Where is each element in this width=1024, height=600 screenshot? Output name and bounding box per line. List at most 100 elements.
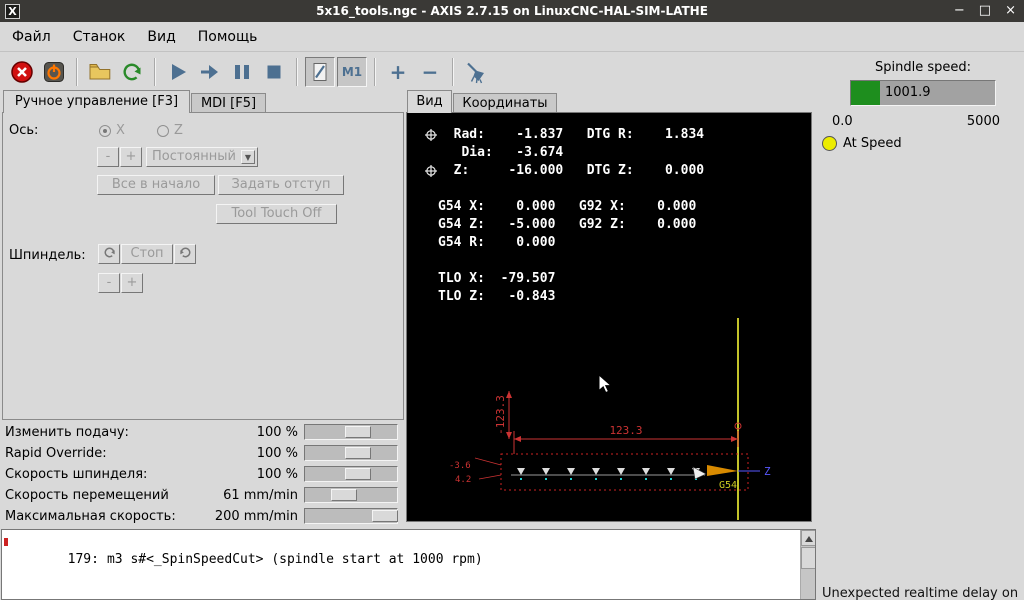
- active-line-marker: [4, 538, 8, 546]
- scrollbar-thumb[interactable]: [801, 547, 815, 569]
- chevron-down-icon: ▼: [241, 150, 255, 164]
- max-velocity-value: 200 mm/min: [214, 509, 298, 524]
- rotate-ccw-icon: [104, 247, 115, 258]
- rapid-override-value: 100 %: [256, 446, 298, 461]
- step-arrow-icon: [201, 64, 218, 79]
- zoom-out-button[interactable]: −: [415, 56, 445, 87]
- estop-button[interactable]: [7, 56, 37, 87]
- axis-z-radio-label: Z: [174, 123, 183, 138]
- scroll-up-arrow[interactable]: [801, 530, 815, 546]
- gcode-line-number: 179:: [67, 552, 99, 567]
- backplot-graphics: 123.3 -123.3 G54 Z -3.6 4.2: [425, 129, 771, 520]
- spindle-stop-button[interactable]: Стоп: [121, 244, 173, 264]
- jog-plus-button[interactable]: +: [120, 147, 142, 167]
- jog-mode-dropdown[interactable]: Постоянный ▼: [146, 147, 258, 167]
- minimize-button[interactable]: −: [954, 0, 965, 22]
- slider-thumb[interactable]: [372, 510, 398, 522]
- tab-preview[interactable]: Вид: [407, 90, 452, 113]
- tab-mdi[interactable]: MDI [F5]: [191, 93, 266, 113]
- feed-override-row: Изменить подачу: 100 %: [0, 422, 406, 443]
- tab-manual-control-label: Ручное управление [F3]: [14, 94, 179, 109]
- zoom-in-icon: +: [389, 59, 407, 84]
- at-speed-lamp: [822, 136, 837, 151]
- slider-thumb[interactable]: [345, 447, 371, 459]
- jog-speed-slider[interactable]: [304, 487, 398, 503]
- optional-stop-button[interactable]: M1: [337, 56, 367, 87]
- tool-cone: [707, 465, 738, 476]
- pause-button[interactable]: [227, 56, 257, 87]
- axis-z-radio[interactable]: [157, 125, 169, 137]
- axis-label: Ось:: [9, 123, 39, 138]
- slider-thumb[interactable]: [345, 426, 371, 438]
- menu-file[interactable]: Файл: [2, 25, 61, 49]
- stop-square-icon: [267, 65, 281, 78]
- reload-file-button[interactable]: [117, 56, 147, 87]
- homed-icon-z: [425, 165, 437, 177]
- menu-machine[interactable]: Станок: [63, 25, 136, 49]
- spindle-bar-fill: [851, 81, 880, 105]
- gcode-line[interactable]: 180:t1 m6 g43 (tool 1 - cut ): [2, 587, 815, 599]
- optional-stop-icon: M1: [341, 64, 363, 79]
- g54-origin-label: G54: [719, 480, 737, 491]
- open-folder-icon: [89, 63, 111, 79]
- rapid-override-label: Rapid Override:: [5, 446, 107, 461]
- close-button[interactable]: ×: [1005, 0, 1016, 22]
- spindle-speed-panel: Spindle speed: 1001.9 0.0 5000 At Speed: [816, 60, 1024, 170]
- menu-view[interactable]: Вид: [137, 25, 185, 49]
- clear-plot-button[interactable]: [461, 56, 491, 87]
- spindle-slower-button[interactable]: -: [98, 273, 120, 293]
- z-axis-label: Z: [764, 465, 771, 478]
- menu-help[interactable]: Помощь: [188, 25, 268, 49]
- home-all-button[interactable]: Все в начало: [97, 175, 215, 195]
- toggle-skip-lines-button[interactable]: [305, 56, 335, 87]
- at-speed-label: At Speed: [843, 136, 902, 151]
- spindle-faster-button[interactable]: +: [121, 273, 143, 293]
- tool-touch-off-button[interactable]: Tool Touch Off: [216, 204, 337, 224]
- open-file-button[interactable]: [85, 56, 115, 87]
- menubar: Файл Станок Вид Помощь: [0, 22, 1024, 52]
- tab-manual-control[interactable]: Ручное управление [F3]: [3, 90, 190, 113]
- mouse-cursor: [598, 373, 613, 394]
- titlebar[interactable]: X 5x16_tools.ngc - AXIS 2.7.15 on LinuxC…: [0, 0, 1024, 22]
- jog-speed-value: 61 mm/min: [223, 488, 298, 503]
- zoom-in-button[interactable]: +: [383, 56, 413, 87]
- gcode-line[interactable]: 179: m3 s#<_SpinSpeedCut> (spindle start …: [2, 530, 815, 587]
- max-velocity-row: Максимальная скорость: 200 mm/min: [0, 506, 406, 527]
- gcode-listing[interactable]: 179: m3 s#<_SpinSpeedCut> (spindle start …: [1, 529, 816, 600]
- feed-override-value: 100 %: [256, 425, 298, 440]
- spindle-cw-button[interactable]: [174, 244, 196, 264]
- homed-icon-x: [425, 129, 437, 141]
- tab-dro-label: Координаты: [462, 96, 548, 111]
- stop-button[interactable]: [259, 56, 289, 87]
- toolbar-separator: [76, 57, 78, 86]
- manual-control-panel: Ось: X Z - + Постоянный ▼ Все в начало З…: [2, 112, 404, 420]
- spindle-override-slider[interactable]: [304, 466, 398, 482]
- machine-power-button[interactable]: [39, 56, 69, 87]
- feed-override-slider[interactable]: [304, 424, 398, 440]
- axis-x-radio-label: X: [116, 123, 125, 138]
- step-button[interactable]: [195, 56, 225, 87]
- preview-canvas[interactable]: Rad: -1.837 DTG R: 1.834 Dia: -3.674 Z: …: [406, 112, 812, 522]
- jog-minus-button[interactable]: -: [97, 147, 119, 167]
- run-button[interactable]: [163, 56, 193, 87]
- max-velocity-label: Максимальная скорость:: [5, 509, 176, 524]
- max-velocity-slider[interactable]: [304, 508, 398, 524]
- tab-dro[interactable]: Координаты: [453, 93, 557, 113]
- slider-thumb[interactable]: [331, 489, 357, 501]
- spindle-override-value: 100 %: [256, 467, 298, 482]
- spindle-speed-value: 1001.9: [885, 85, 931, 100]
- gcode-scrollbar[interactable]: [800, 530, 815, 599]
- touch-off-button[interactable]: Задать отступ: [218, 175, 344, 195]
- dim-small-top-label: -3.6: [449, 461, 471, 471]
- maximize-button[interactable]: □: [979, 0, 991, 22]
- tab-mdi-label: MDI [F5]: [200, 96, 257, 111]
- spindle-scale-min: 0.0: [832, 114, 853, 129]
- rapid-override-slider[interactable]: [304, 445, 398, 461]
- axis-x-radio[interactable]: [99, 125, 111, 137]
- toolbar-separator: [154, 57, 156, 86]
- estop-icon: [11, 60, 33, 83]
- slider-thumb[interactable]: [345, 468, 371, 480]
- status-message: Unexpected realtime delay on task 0: [822, 586, 1019, 600]
- spindle-ccw-button[interactable]: [98, 244, 120, 264]
- spindle-speed-title: Spindle speed:: [874, 60, 971, 75]
